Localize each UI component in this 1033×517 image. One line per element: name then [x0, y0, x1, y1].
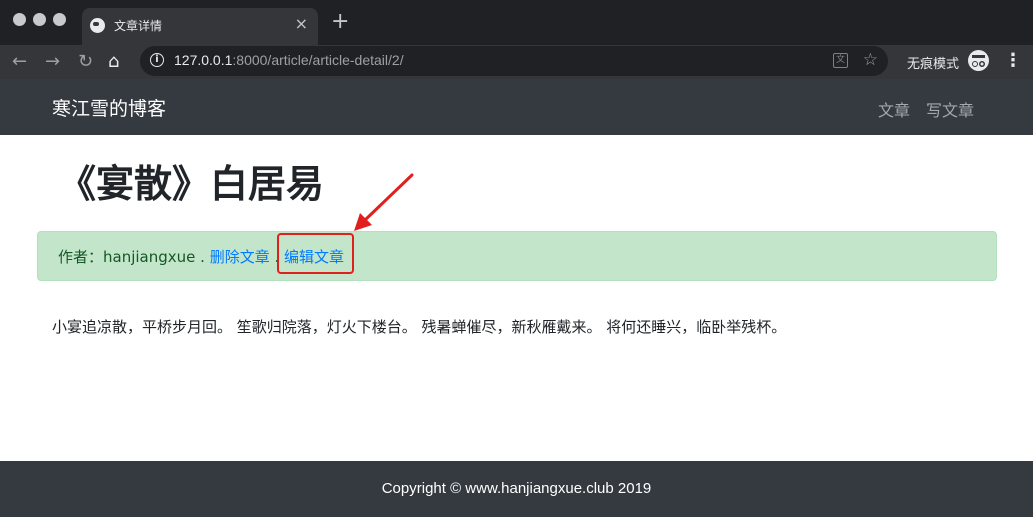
author-name: hanjiangxue — [103, 248, 196, 266]
copyright-text: Copyright © www.hanjiangxue.club 2019 — [381, 480, 652, 497]
article-meta-alert: 作者：hanjiangxue . 删除文章 . 编辑文章 — [37, 231, 997, 281]
nav-link-write-article[interactable]: 写文章 — [926, 97, 974, 121]
close-window-button[interactable] — [13, 13, 26, 26]
star-icon[interactable]: ☆ — [863, 49, 878, 71]
translate-icon[interactable]: 文 — [833, 53, 848, 68]
nav-link-articles[interactable]: 文章 — [878, 97, 910, 121]
meta-separator: . — [195, 248, 210, 266]
new-tab-button[interactable]: + — [331, 10, 349, 34]
url-host: 127.0.0.1 — [174, 52, 233, 68]
article-body: 小宴追凉散，平桥步月回。 笙歌归院落，灯火下楼台。 残暑蝉催尽，新秋雁戴来。 将… — [52, 318, 787, 336]
article-title: 《宴散》白居易 — [58, 162, 325, 206]
address-bar[interactable]: i 127.0.0.1:8000/article/article-detail/… — [140, 46, 888, 76]
author-prefix: 作者： — [58, 248, 104, 266]
browser-tab[interactable]: 文章详情 × — [82, 8, 318, 45]
forward-icon[interactable]: → — [45, 50, 60, 74]
site-brand[interactable]: 寒江雪的博客 — [52, 94, 166, 121]
minimize-window-button[interactable] — [33, 13, 46, 26]
menu-icon[interactable]: ⋮ — [1004, 50, 1022, 72]
annotation-arrow-icon — [354, 173, 414, 231]
site-footer: Copyright © www.hanjiangxue.club 2019 — [0, 461, 1033, 517]
info-icon[interactable]: i — [150, 53, 164, 67]
browser-toolbar: ← → ↻ ⌂ i 127.0.0.1:8000/article/article… — [0, 45, 1033, 79]
reload-icon[interactable]: ↻ — [78, 50, 93, 74]
url-path: :8000/article/article-detail/2/ — [232, 52, 404, 68]
tab-title: 文章详情 — [114, 19, 163, 33]
incognito-icon[interactable] — [968, 50, 989, 71]
maximize-window-button[interactable] — [53, 13, 66, 26]
home-icon[interactable]: ⌂ — [108, 50, 119, 74]
incognito-label[interactable]: 无痕模式 — [907, 53, 959, 72]
globe-icon — [90, 18, 105, 33]
site-navbar: 寒江雪的博客 文章 写文章 — [0, 79, 1033, 135]
url-text[interactable]: 127.0.0.1:8000/article/article-detail/2/ — [174, 52, 404, 68]
browser-tab-bar: 文章详情 × + — [0, 0, 1033, 45]
back-icon[interactable]: ← — [12, 50, 27, 74]
tab-close-button[interactable]: × — [295, 14, 308, 34]
delete-article-link[interactable]: 删除文章 — [210, 248, 270, 266]
